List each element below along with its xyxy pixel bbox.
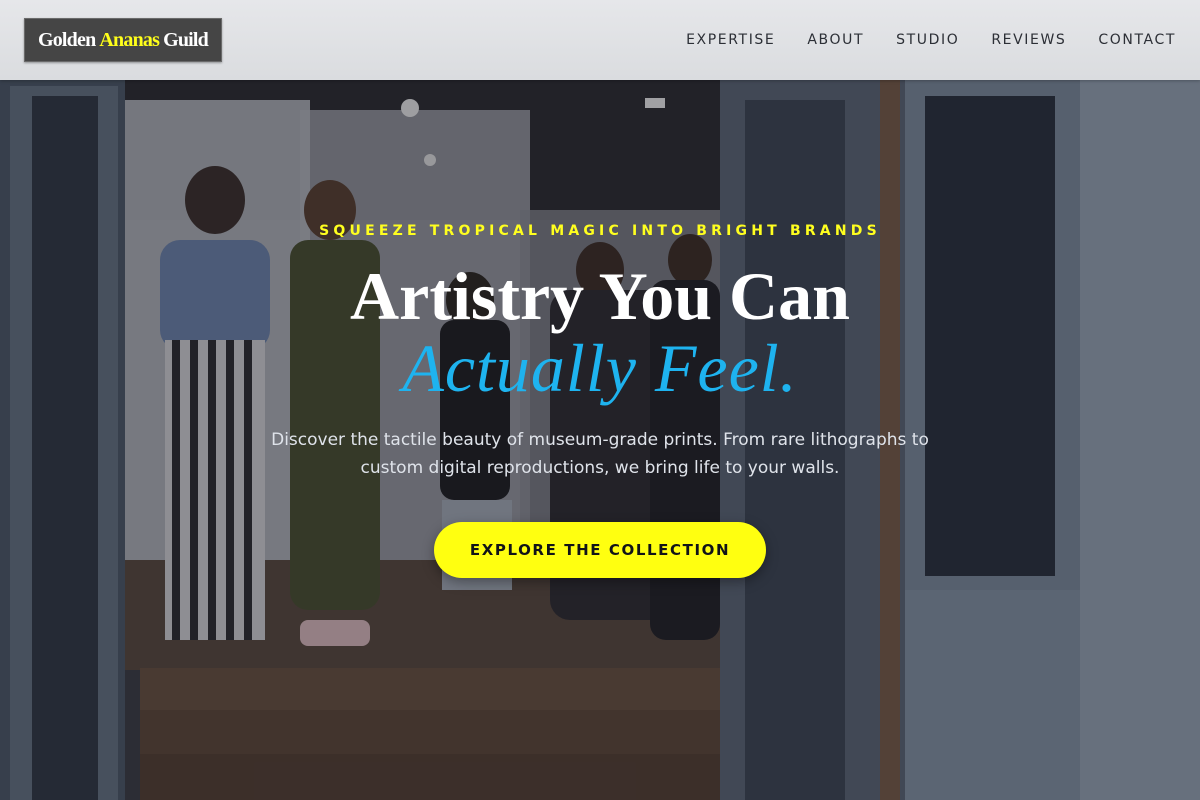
logo-word-ananas: Ananas [99,28,160,51]
site-header: Golden Ananas Guild EXPERTISE ABOUT STUD… [0,0,1200,80]
hero-headline-line1: Artistry You Can [350,258,850,334]
nav-link-about[interactable]: ABOUT [807,32,864,48]
main-nav: EXPERTISE ABOUT STUDIO REVIEWS CONTACT [686,0,1176,80]
nav-link-studio[interactable]: STUDIO [896,32,959,48]
brand-logo[interactable]: Golden Ananas Guild [24,18,222,62]
nav-link-reviews[interactable]: REVIEWS [991,32,1066,48]
hero-section: SQUEEZE TROPICAL MAGIC INTO BRIGHT BRAND… [0,80,1200,800]
hero-subtext: Discover the tactile beauty of museum-gr… [271,430,929,478]
hero-headline-line2: Actually Feel. [402,330,798,406]
logo-word-guild: Guild [163,28,209,51]
logo-word-golden: Golden [37,28,96,51]
hero-kicker: SQUEEZE TROPICAL MAGIC INTO BRIGHT BRAND… [319,223,881,239]
explore-collection-button[interactable]: EXPLORE THE COLLECTION [434,522,766,578]
nav-link-expertise[interactable]: EXPERTISE [686,32,775,48]
nav-link-contact[interactable]: CONTACT [1098,32,1176,48]
